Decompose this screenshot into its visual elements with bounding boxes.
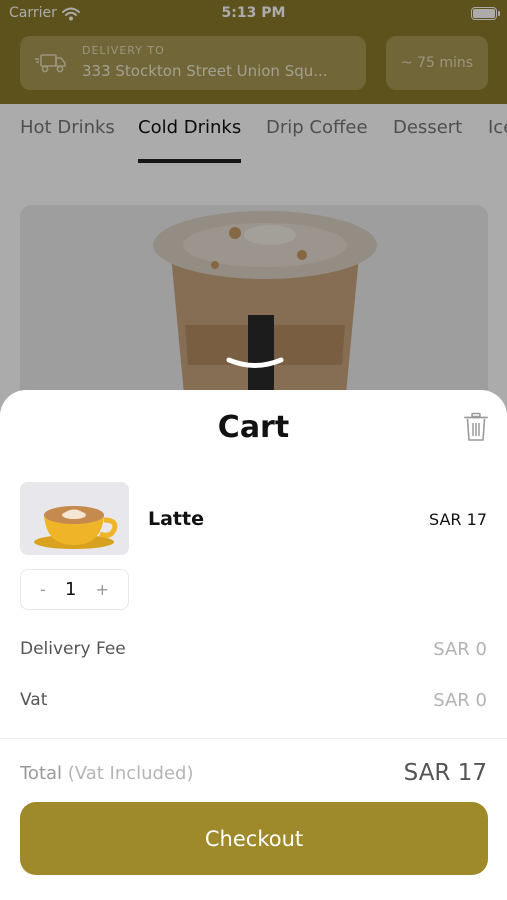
quantity-stepper: - 1 +: [20, 569, 129, 610]
vat-value: SAR 0: [433, 690, 487, 711]
divider: [0, 738, 507, 739]
vat-label: Vat: [20, 690, 48, 710]
cart-item-image: [20, 482, 129, 555]
quantity-value: 1: [64, 579, 77, 600]
total-value: SAR 17: [403, 760, 487, 786]
checkout-button[interactable]: Checkout: [20, 802, 488, 875]
delivery-fee-label: Delivery Fee: [20, 639, 126, 659]
cart-item-price: SAR 17: [429, 510, 487, 529]
decrement-button[interactable]: -: [40, 580, 46, 599]
cart-title: Cart: [217, 410, 290, 445]
trash-icon[interactable]: [463, 412, 489, 446]
chevron-down-icon[interactable]: [225, 355, 285, 377]
cart-item-name: Latte: [148, 508, 204, 530]
total-label-text: Total: [20, 763, 63, 784]
delivery-fee-value: SAR 0: [433, 639, 487, 660]
total-sublabel: (Vat Included): [67, 763, 194, 784]
total-label: Total (Vat Included): [20, 763, 194, 784]
increment-button[interactable]: +: [96, 580, 109, 599]
cart-sheet: Cart Latte SAR 17 - 1 + Delivery Fee SAR…: [0, 390, 507, 900]
